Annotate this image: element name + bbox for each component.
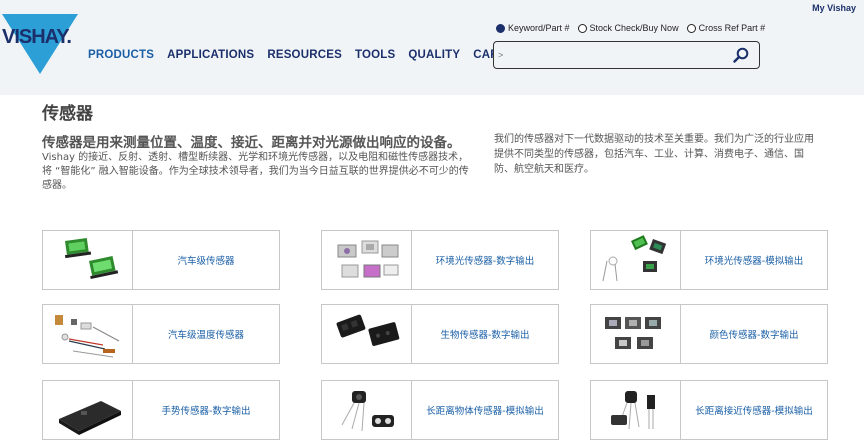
category-card[interactable]: 生物传感器-数字输出 <box>321 304 559 364</box>
category-label: 长距离物体传感器-模拟输出 <box>426 406 544 417</box>
radio-keyword[interactable]: Keyword/Part # <box>496 23 570 33</box>
radio-cross-ref-indicator[interactable] <box>686 23 696 33</box>
nav-products[interactable]: PRODUCTS <box>88 49 154 61</box>
category-label: 汽车级传感器 <box>177 256 235 267</box>
description-left: Vishay 的接近、反射、透射、槽型断续器、光学和环境光传感器，以及电阻和磁性… <box>42 152 469 191</box>
search-box <box>493 41 760 69</box>
description-right: 我们的传感器对下一代数据驱动的技术至关重要。我们为广泛的行业应用提供不同类型的传… <box>494 134 814 175</box>
main-nav: PRODUCTS APPLICATIONS RESOURCES TOOLS QU… <box>88 49 531 61</box>
category-card[interactable]: 汽车级温度传感器 <box>42 304 280 364</box>
category-label: 长距离接近传感器-模拟输出 <box>695 406 813 417</box>
radio-keyword-indicator[interactable] <box>496 23 505 33</box>
ambient-light-analog-sensor-icon <box>591 231 681 289</box>
nav-applications[interactable]: APPLICATIONS <box>167 49 254 61</box>
gesture-sensor-module-icon <box>43 381 133 439</box>
search-icon[interactable] <box>733 47 749 63</box>
category-label: 环境光传感器-模拟输出 <box>704 256 804 267</box>
category-card[interactable]: 颜色传感器-数字输出 <box>590 304 828 364</box>
green-sensor-chips-icon <box>43 231 133 289</box>
search-input[interactable] <box>498 45 723 65</box>
long-range-proximity-sensor-icon <box>591 381 681 439</box>
category-card[interactable]: 环境光传感器-模拟输出 <box>590 230 828 290</box>
radio-cross-ref[interactable]: Cross Ref Part # <box>686 23 766 33</box>
radio-stock-check-label: Stock Check/Buy Now <box>589 23 679 33</box>
search-mode-options: Keyword/Part # Stock Check/Buy Now Cross… <box>496 23 765 33</box>
category-card[interactable]: 长距离物体传感器-模拟输出 <box>321 380 559 440</box>
ambient-light-sensor-chips-icon <box>322 231 412 289</box>
category-label: 生物传感器-数字输出 <box>440 330 530 341</box>
nav-quality[interactable]: QUALITY <box>408 49 460 61</box>
category-label: 颜色传感器-数字输出 <box>709 330 799 341</box>
my-vishay-link[interactable]: My Vishay <box>812 3 856 13</box>
nav-tools[interactable]: TOOLS <box>355 49 395 61</box>
color-sensor-chips-icon <box>591 305 681 363</box>
category-label: 汽车级温度传感器 <box>167 330 244 341</box>
page-title: 传感器 <box>42 104 93 124</box>
long-range-object-sensor-icon <box>322 381 412 439</box>
radio-stock-check[interactable]: Stock Check/Buy Now <box>577 23 679 33</box>
category-card[interactable]: 长距离接近传感器-模拟输出 <box>590 380 828 440</box>
category-label: 手势传感器-数字输出 <box>161 406 251 417</box>
page-lead: 传感器是用来测量位置、温度、接近、距离并对光源做出响应的设备。 <box>42 135 461 151</box>
logo-text[interactable]: VISHAY. <box>2 26 72 49</box>
temperature-sensor-components-icon <box>43 305 133 363</box>
radio-stock-check-indicator[interactable] <box>577 23 587 33</box>
radio-cross-ref-label: Cross Ref Part # <box>698 23 766 33</box>
category-label: 环境光传感器-数字输出 <box>435 256 535 267</box>
biosensor-chips-icon <box>322 305 412 363</box>
category-card[interactable]: 环境光传感器-数字输出 <box>321 230 559 290</box>
category-card[interactable]: 手势传感器-数字输出 <box>42 380 280 440</box>
nav-resources[interactable]: RESOURCES <box>267 49 342 61</box>
radio-keyword-label: Keyword/Part # <box>508 23 570 33</box>
category-card[interactable]: 汽车级传感器 <box>42 230 280 290</box>
site-header: VISHAY. My Vishay PRODUCTS APPLICATIONS … <box>0 0 864 95</box>
